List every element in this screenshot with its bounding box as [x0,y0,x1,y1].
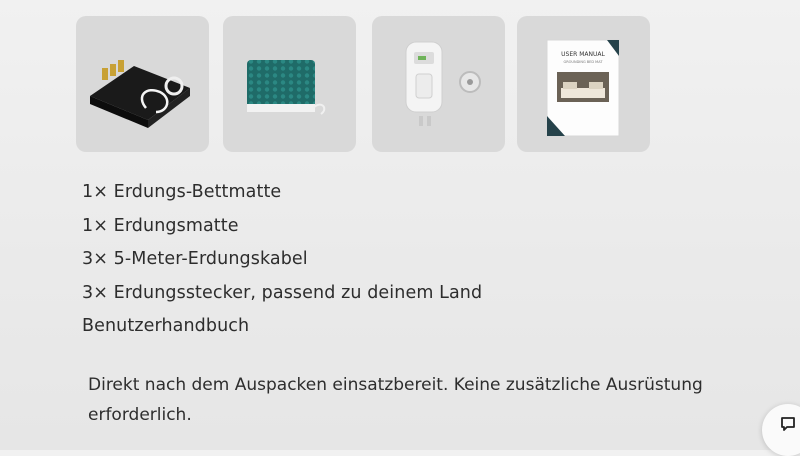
list-item: 1× Erdungs-Bettmatte [82,182,282,202]
manual-book-icon: USER MANUAL GROUNDING BED MAT [546,39,620,137]
product-gallery: USER MANUAL GROUNDING BED MAT [76,16,656,154]
list-item: Benutzerhandbuch [82,316,250,336]
chat-bubble-icon [781,417,795,431]
manual-subtitle: GROUNDING BED MAT [564,60,604,64]
product-thumb-manual[interactable]: USER MANUAL GROUNDING BED MAT [517,16,650,152]
plug-tester-icon [405,41,481,126]
description-text: Direkt nach dem Auspacken einsatzbereit.… [88,375,703,425]
list-item: 1× Erdungsmatte [82,215,239,236]
bed-mat-icon [90,60,190,128]
grounding-mat-icon [247,60,326,115]
package-contents-list: 1× Erdungs-Bettmatte 1× Erdungsmatte 3× … [82,176,682,344]
chat-button[interactable] [762,404,800,456]
product-thumb-grounding-mat[interactable] [223,16,356,152]
manual-title: USER MANUAL [561,51,605,58]
product-thumb-bed-mat[interactable] [76,16,209,152]
list-item: 3× 5-Meter-Erdungskabel [82,249,308,269]
product-thumb-plug[interactable] [372,16,505,152]
list-item: 3× Erdungsstecker, passend zu deinem Lan… [82,282,483,303]
